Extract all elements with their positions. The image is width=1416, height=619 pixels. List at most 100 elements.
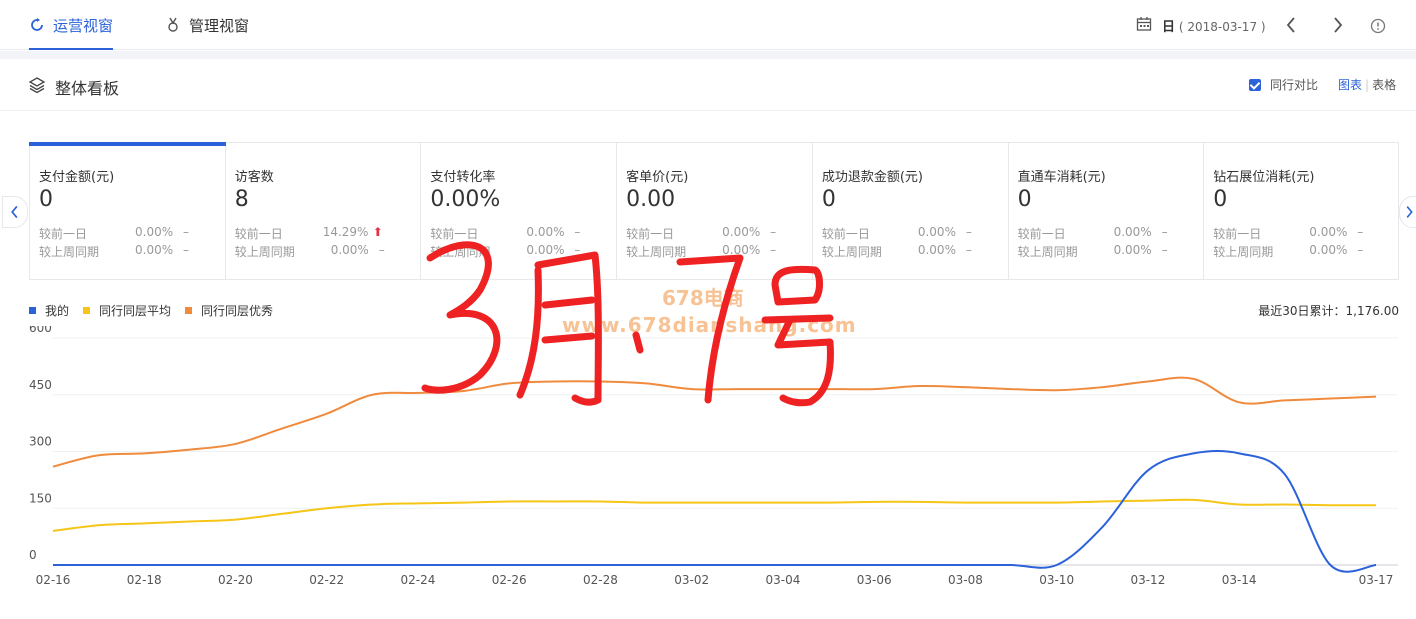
metric-value: 0 <box>1017 187 1032 212</box>
x-tick-label: 03-08 <box>948 573 983 587</box>
trend-flat: – <box>574 225 581 239</box>
cards-next-button[interactable] <box>1399 196 1416 228</box>
table-view-button[interactable]: 表格 <box>1372 78 1396 92</box>
week-compare-value: 0.00% <box>135 243 174 257</box>
y-tick-label: 450 <box>29 378 52 392</box>
day-compare-label: 较前一日 <box>39 227 88 241</box>
week-compare-label: 较上周同期 <box>39 245 100 259</box>
medal-icon <box>168 17 178 32</box>
metric-card[interactable]: 支付金额(元) 0 较前一日 0.00% – 较上周同期 0.00% – <box>29 142 226 279</box>
trend-flat: – <box>378 243 385 257</box>
week-compare-label: 较上周同期 <box>430 245 491 259</box>
legend-item-peer-average[interactable]: 同行同层平均 <box>83 302 171 319</box>
week-compare-label: 较上周同期 <box>821 245 882 259</box>
tab-management-view[interactable]: 管理视窗 <box>165 0 249 50</box>
metric-label: 访客数 <box>234 170 274 185</box>
tab-operations-view[interactable]: 运营视窗 <box>29 0 114 50</box>
chevron-right-icon <box>1406 206 1413 218</box>
week-compare-label: 较上周同期 <box>626 245 687 259</box>
peer-compare-label: 同行对比 <box>1270 78 1319 92</box>
date-picker[interactable]: 日 ( 2018-03-17 ) <box>1136 0 1416 50</box>
metric-card[interactable]: 成功退款金额(元) 0 较前一日 0.00% – 较上周同期 0.00% – <box>813 143 1009 279</box>
info-icon <box>1370 18 1386 34</box>
day-compare-row: 较前一日 0.00% – <box>1213 225 1393 242</box>
day-compare-value: 0.00% <box>526 225 565 239</box>
view-separator: | <box>1365 78 1370 92</box>
trend-flat: – <box>183 243 189 257</box>
metric-card[interactable]: 客单价(元) 0.00 较前一日 0.00% – 较上周同期 0.00% – <box>617 143 813 279</box>
day-compare-label: 较前一日 <box>1213 227 1262 241</box>
trend-up-icon: ⬆ <box>372 225 383 239</box>
week-compare-label: 较上周同期 <box>234 245 295 259</box>
date-unit: 日 <box>1162 20 1176 35</box>
day-compare-label: 较前一日 <box>821 227 870 241</box>
day-compare-label: 较前一日 <box>234 227 283 241</box>
metric-cards: 支付金额(元) 0 较前一日 0.00% – 较上周同期 0.00% – 访客数… <box>29 142 1399 280</box>
metric-label: 支付金额(元) <box>39 170 115 185</box>
date-display[interactable]: 日 ( 2018-03-17 ) <box>1162 16 1266 35</box>
metric-label: 客单价(元) <box>626 170 689 185</box>
legend-item-peer-excellent[interactable]: 同行同层优秀 <box>185 302 273 319</box>
series-line-1 <box>52 498 1377 532</box>
metric-value: 0 <box>39 187 53 212</box>
day-compare-row: 较前一日 0.00% – <box>39 225 219 242</box>
week-compare-row: 较上周同期 0.00% – <box>822 243 1002 260</box>
week-compare-value: 0.00% <box>1113 243 1152 257</box>
peer-compare-toggle[interactable]: 同行对比 <box>1249 76 1318 93</box>
chevron-left-icon <box>1286 17 1295 33</box>
legend-label: 同行同层平均 <box>99 304 172 318</box>
metric-card[interactable]: 钻石展位消耗(元) 0 较前一日 0.00% – 较上周同期 0.00% – <box>1204 143 1400 279</box>
divider <box>0 51 1416 59</box>
section-header: 整体看板 同行对比 图表 | 表格 <box>0 59 1416 111</box>
peer-compare-checkbox[interactable] <box>1249 78 1261 91</box>
metric-label: 支付转化率 <box>430 170 496 185</box>
week-compare-row: 较上周同期 0.00% – <box>1018 243 1198 260</box>
y-tick-label: 300 <box>29 435 52 449</box>
metric-card[interactable]: 支付转化率 0.00% 较前一日 0.00% – 较上周同期 0.00% – <box>421 143 618 279</box>
day-compare-row: 较前一日 0.00% – <box>1018 225 1198 242</box>
legend-label: 同行同层优秀 <box>201 304 274 318</box>
info-button[interactable] <box>1368 14 1388 36</box>
metric-card[interactable]: 直通车消耗(元) 0 较前一日 0.00% – 较上周同期 0.00% – <box>1009 143 1205 279</box>
legend-item-mine[interactable]: 我的 <box>29 302 69 319</box>
metric-label: 直通车消耗(元) <box>1017 170 1106 185</box>
x-tick-label: 03-12 <box>1130 573 1165 587</box>
y-tick-label: 600 <box>29 326 52 335</box>
trend-line-chart: 0 150 300 450 600 02-16 02-18 02-20 02-22 02-24 02… <box>29 326 1398 587</box>
date-value: ( 2018-03-17 ) <box>1178 20 1266 34</box>
day-compare-value: 0.00% <box>917 225 956 239</box>
day-compare-value: 0.00% <box>135 225 174 239</box>
day-compare-label: 较前一日 <box>430 227 479 241</box>
x-tick-label: 02-20 <box>218 573 253 587</box>
x-tick-label: 03-17 <box>1359 573 1394 587</box>
week-compare-row: 较上周同期 0.00% – <box>430 243 610 260</box>
day-compare-value: 14.29% <box>322 225 369 239</box>
x-tick-label: 02-18 <box>127 573 162 587</box>
day-compare-row: 较前一日 0.00% – <box>626 225 806 242</box>
series-line-0 <box>53 450 1377 573</box>
week-compare-label: 较上周同期 <box>1017 245 1078 259</box>
chart-view-button[interactable]: 图表 <box>1338 78 1362 92</box>
trend-flat: – <box>1357 225 1364 239</box>
tab-label: 管理视窗 <box>189 16 250 35</box>
series-line-2 <box>52 376 1377 468</box>
day-compare-row: 较前一日 0.00% – <box>822 225 1002 242</box>
day-compare-value: 0.00% <box>722 225 761 239</box>
x-tick-label: 03-04 <box>765 573 800 587</box>
next-date-button[interactable] <box>1328 14 1348 36</box>
prev-date-button[interactable] <box>1281 14 1301 36</box>
legend-swatch <box>29 307 36 314</box>
metric-card[interactable]: 访客数 8 较前一日 14.29% ⬆ 较上周同期 0.00% – <box>226 143 422 279</box>
day-compare-row: 较前一日 14.29% ⬆ <box>235 225 415 242</box>
watermark-line1: 678电商 <box>662 286 744 310</box>
refresh-circle-icon <box>31 18 43 31</box>
y-tick-label: 150 <box>29 491 52 505</box>
week-compare-value: 0.00% <box>526 243 565 257</box>
trend-flat: – <box>1161 225 1168 239</box>
legend-label: 我的 <box>45 304 70 318</box>
week-compare-row: 较上周同期 0.00% – <box>235 243 415 260</box>
week-compare-value: 0.00% <box>722 243 761 257</box>
cards-prev-button[interactable] <box>2 196 28 228</box>
chevron-right-icon <box>1334 17 1343 33</box>
week-compare-label: 较上周同期 <box>1213 245 1274 259</box>
